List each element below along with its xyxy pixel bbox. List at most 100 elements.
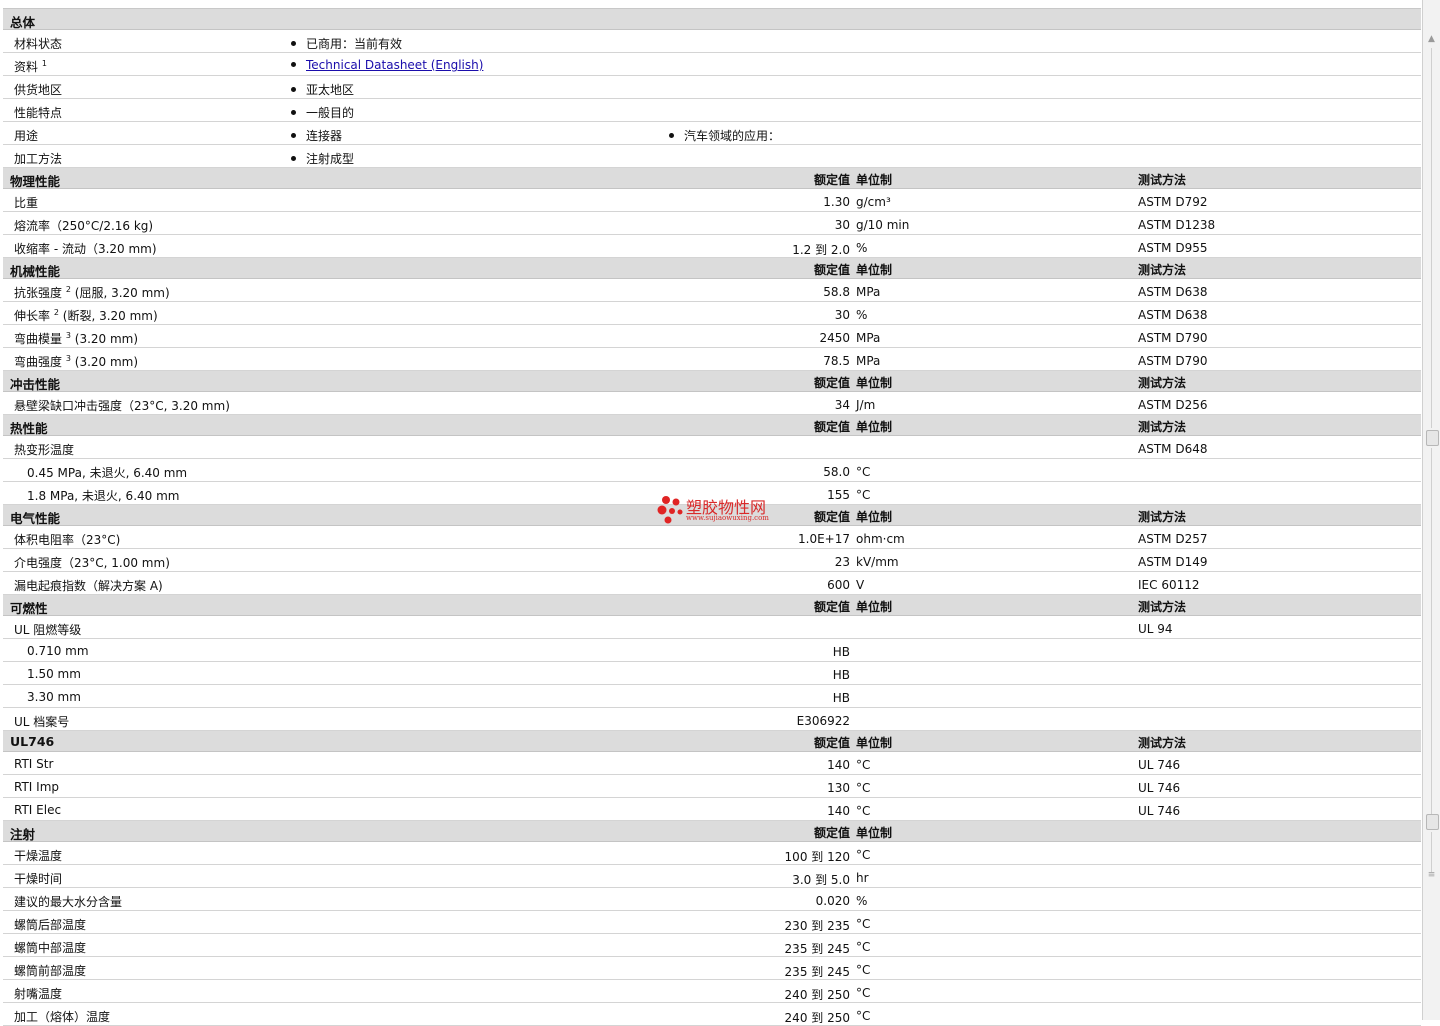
- section-header-general: 总体: [3, 9, 1421, 30]
- row-value: HB: [832, 691, 850, 705]
- row-value: 0.020: [815, 894, 850, 908]
- row-label: 干燥温度: [14, 849, 63, 863]
- row-label: 建议的最大水分含量: [14, 895, 123, 909]
- row-unit: °C: [856, 488, 871, 502]
- row-unit: MPa: [856, 285, 881, 299]
- property-row: RTI Imp 130 °C UL 746: [3, 775, 1421, 798]
- row-unit: °C: [856, 758, 871, 772]
- column-header-unit: 单位制: [856, 263, 893, 277]
- bullet-item: Technical Datasheet (English): [291, 58, 483, 72]
- section-title: 物理性能: [10, 174, 61, 189]
- row-test-method: ASTM D149: [1138, 555, 1208, 569]
- row-label: 体积电阻率（23°C): [14, 533, 121, 547]
- row-label: 弯曲强度 3 (3.20 mm): [14, 354, 139, 369]
- row-unit: g/cm³: [856, 195, 891, 209]
- column-header-test: 测试方法: [1138, 376, 1187, 390]
- row-value: 1.0E+17: [798, 532, 850, 546]
- column-header-value: 额定值: [813, 376, 850, 390]
- row-value: 140: [827, 804, 850, 818]
- row-unit: %: [856, 308, 868, 322]
- column-header-unit: 单位制: [856, 510, 893, 524]
- column-header-test: 测试方法: [1138, 736, 1187, 750]
- row-test-method: ASTM D257: [1138, 532, 1208, 546]
- row-test-method: ASTM D638: [1138, 308, 1208, 322]
- scroll-up-arrow-icon[interactable]: ▲: [1426, 34, 1437, 45]
- row-label: UL 阻燃等级: [14, 623, 82, 637]
- column-header-test: 测试方法: [1138, 173, 1187, 187]
- row-value: 1.30: [823, 195, 850, 209]
- row-unit: °C: [856, 917, 871, 931]
- dots-logo-icon: [657, 496, 683, 524]
- row-label: 弯曲模量 3 (3.20 mm): [14, 331, 139, 346]
- section-header-thermal: 热性能 额定值 单位制 测试方法: [3, 415, 1421, 436]
- column-header-test: 测试方法: [1138, 510, 1187, 524]
- row-label: 3.30 mm: [27, 690, 81, 704]
- section-title: 电气性能: [10, 511, 61, 526]
- scroll-grip-icon[interactable]: [1426, 430, 1439, 446]
- row-label: 热变形温度: [14, 443, 75, 457]
- property-subrow: 0.710 mm HB: [3, 639, 1421, 662]
- general-row-status: 材料状态 已商用：当前有效: [3, 30, 1421, 53]
- watermark-logo: 塑胶物性网 www.sujiaowuxing.com: [656, 492, 788, 526]
- row-value: 58.8: [823, 285, 850, 299]
- row-value: 240 到 250: [784, 1011, 850, 1025]
- general-row-uses: 用途 连接器 汽车领域的应用：: [3, 122, 1421, 145]
- bullet-item: 亚太地区: [291, 81, 354, 98]
- row-label: 1.8 MPa, 未退火, 6.40 mm: [27, 489, 180, 503]
- bullet-item: 注射成型: [291, 150, 354, 167]
- row-value: 30: [834, 218, 850, 232]
- column-header-value: 额定值: [813, 173, 850, 187]
- row-test-method: IEC 60112: [1138, 578, 1200, 592]
- row-test-method: ASTM D648: [1138, 442, 1208, 456]
- vertical-scrollbar[interactable]: ▲ ≡: [1422, 0, 1440, 1020]
- bullet-item: 一般目的: [291, 104, 354, 121]
- technical-datasheet-link[interactable]: Technical Datasheet (English): [306, 58, 483, 72]
- row-unit: kV/mm: [856, 555, 899, 569]
- watermark-url: www.sujiaowuxing.com: [686, 514, 769, 522]
- property-row: 建议的最大水分含量 0.020 %: [3, 888, 1421, 911]
- column-header-value: 额定值: [813, 600, 850, 614]
- scroll-track[interactable]: [1431, 48, 1432, 428]
- section-title: 可燃性: [10, 601, 48, 616]
- row-label: 0.45 MPa, 未退火, 6.40 mm: [27, 466, 188, 480]
- column-header-unit: 单位制: [856, 736, 893, 750]
- row-test-method: UL 746: [1138, 781, 1181, 795]
- column-header-value: 额定值: [813, 263, 850, 277]
- row-label: 供货地区: [14, 83, 63, 97]
- row-label: 比重: [14, 196, 39, 210]
- column-header-test: 测试方法: [1138, 420, 1187, 434]
- property-row: 悬壁梁缺口冲击强度（23°C, 3.20 mm) 34 J/m ASTM D25…: [3, 392, 1421, 415]
- column-header-unit: 单位制: [856, 600, 893, 614]
- column-header-unit: 单位制: [856, 826, 893, 840]
- row-label: 干燥时间: [14, 872, 63, 886]
- property-row: 螺筒中部温度 235 到 245 °C: [3, 934, 1421, 957]
- property-row: UL 阻燃等级 UL 94: [3, 616, 1421, 639]
- column-header-test: 测试方法: [1138, 263, 1187, 277]
- column-header-unit: 单位制: [856, 420, 893, 434]
- row-unit: °C: [856, 963, 871, 977]
- property-row: 收缩率 - 流动（3.20 mm) 1.2 到 2.0 % ASTM D955: [3, 235, 1421, 258]
- row-label: 收缩率 - 流动（3.20 mm): [14, 242, 157, 256]
- general-row-documents: 资料 1 Technical Datasheet (English): [3, 53, 1421, 76]
- bullet-icon: [291, 41, 296, 46]
- row-value: 2450: [819, 331, 850, 345]
- row-value: 3.0 到 5.0: [792, 873, 850, 887]
- scroll-track[interactable]: [1431, 832, 1432, 872]
- bullet-icon: [291, 133, 296, 138]
- row-test-method: ASTM D955: [1138, 241, 1208, 255]
- section-header-injection: 注射 额定值 单位制: [3, 821, 1421, 842]
- scroll-grip-icon[interactable]: [1426, 814, 1439, 830]
- property-subrow: 0.45 MPa, 未退火, 6.40 mm 58.0 °C: [3, 459, 1421, 482]
- property-row: 螺筒前部温度 235 到 245 °C: [3, 957, 1421, 980]
- row-label: 介电强度（23°C, 1.00 mm): [14, 556, 170, 570]
- row-test-method: ASTM D1238: [1138, 218, 1216, 232]
- row-label: 螺筒后部温度: [14, 918, 87, 932]
- row-value: HB: [832, 668, 850, 682]
- column-header-value: 额定值: [813, 736, 850, 750]
- scroll-track[interactable]: [1431, 448, 1432, 818]
- row-label: 悬壁梁缺口冲击强度（23°C, 3.20 mm): [14, 399, 230, 413]
- section-header-ul746: UL746 额定值 单位制 测试方法: [3, 731, 1421, 752]
- property-row: UL 档案号 E306922: [3, 708, 1421, 731]
- row-value: 155: [827, 488, 850, 502]
- row-value: 58.0: [823, 465, 850, 479]
